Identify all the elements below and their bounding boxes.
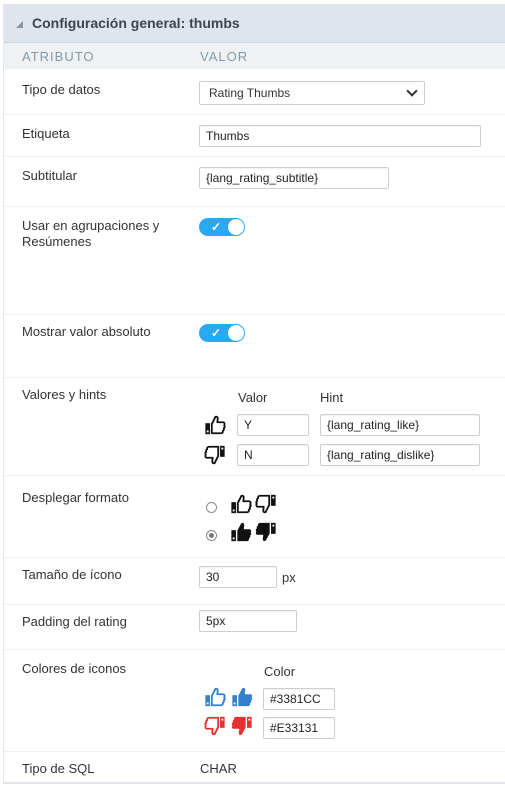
- check-icon: ✓: [211, 220, 222, 234]
- subtitle-input[interactable]: {lang_rating_subtitle}: [199, 167, 389, 189]
- general-config-panel: Configuración general: thumbs ATRIBUTO V…: [3, 4, 505, 784]
- display-format-label: Desplegar formato: [22, 490, 129, 505]
- panel-title: Configuración general: thumbs: [32, 15, 240, 31]
- column-header-value: VALOR: [200, 48, 249, 64]
- use-in-groups-label: Usar en agrupaciones y Resúmenes: [22, 218, 160, 249]
- row-subtitle: Subtitular {lang_rating_subtitle}: [4, 156, 505, 207]
- thumbs-down-solid-icon: [231, 715, 253, 737]
- sql-type-label: Tipo de SQL: [22, 761, 95, 776]
- subtitle-label: Subtitular: [22, 168, 77, 183]
- data-type-select[interactable]: Rating Thumbs: [199, 81, 425, 105]
- row-values-hints: Valores y hints Valor Hint Y {lang_ratin…: [4, 377, 505, 476]
- like-color-input[interactable]: #3381CC: [263, 688, 335, 710]
- format-solid-radio[interactable]: [206, 530, 217, 541]
- panel-header[interactable]: Configuración general: thumbs: [4, 4, 505, 43]
- padding-input[interactable]: 5px: [199, 610, 297, 632]
- thumbs-down-outline-icon: [204, 715, 226, 737]
- color-column-header: Color: [264, 664, 296, 679]
- row-sql-type: Tipo de SQL CHAR: [4, 751, 505, 782]
- thumbs-down-outline-icon: [204, 444, 226, 466]
- column-header-attribute: ATRIBUTO: [22, 48, 95, 64]
- value-column-header: Valor: [238, 390, 268, 405]
- thumbs-up-outline-icon: [204, 414, 226, 436]
- use-in-groups-toggle[interactable]: ✓: [199, 218, 245, 236]
- toggle-knob: [228, 325, 244, 341]
- thumbs-up-solid-icon: [230, 521, 252, 543]
- thumbs-down-solid-icon: [255, 521, 277, 543]
- icon-size-label: Tamaño de ícono: [22, 567, 122, 582]
- data-type-label: Tipo de datos: [22, 82, 101, 97]
- row-icon-size: Tamaño de ícono 30 px: [4, 557, 505, 605]
- padding-label: Padding del rating: [22, 614, 127, 629]
- format-outline-radio[interactable]: [206, 502, 217, 513]
- row-use-in-groups: Usar en agrupaciones y Resúmenes ✓: [4, 206, 505, 315]
- row-icon-colors: Colores de iconos Color #3381CC #E33131: [4, 649, 505, 752]
- chevron-down-icon: [406, 85, 418, 97]
- sql-type-value: CHAR: [200, 761, 237, 776]
- dislike-color-input[interactable]: #E33131: [263, 717, 335, 739]
- label-input[interactable]: Thumbs: [199, 125, 481, 147]
- thumbs-up-outline-icon: [230, 493, 252, 515]
- like-hint-input[interactable]: {lang_rating_like}: [320, 414, 480, 436]
- thumbs-up-solid-icon: [231, 686, 253, 708]
- icon-size-input[interactable]: 30: [199, 566, 277, 588]
- values-hints-label: Valores y hints: [22, 387, 107, 402]
- icon-size-unit: px: [282, 570, 296, 585]
- row-data-type: Tipo de datos Rating Thumbs: [4, 70, 505, 115]
- show-absolute-label: Mostrar valor absoluto: [22, 324, 151, 339]
- like-value-input[interactable]: Y: [237, 414, 309, 436]
- label-field-label: Etiqueta: [22, 126, 70, 141]
- triangle-collapse-icon[interactable]: [16, 20, 23, 28]
- row-show-absolute: Mostrar valor absoluto ✓: [4, 314, 505, 378]
- toggle-knob: [228, 219, 244, 235]
- hint-column-header: Hint: [320, 390, 344, 405]
- show-absolute-toggle[interactable]: ✓: [199, 324, 245, 342]
- row-display-format: Desplegar formato: [4, 475, 505, 558]
- column-headers: ATRIBUTO VALOR: [4, 43, 505, 69]
- thumbs-up-outline-icon: [204, 686, 226, 708]
- row-label: Etiqueta Thumbs: [4, 114, 505, 157]
- check-icon: ✓: [211, 326, 222, 340]
- icon-colors-label: Colores de iconos: [22, 661, 127, 676]
- row-padding: Padding del rating 5px: [4, 604, 505, 650]
- thumbs-down-outline-icon: [255, 493, 277, 515]
- data-type-value: Rating Thumbs: [209, 86, 291, 100]
- dislike-value-input[interactable]: N: [237, 444, 309, 466]
- dislike-hint-input[interactable]: {lang_rating_dislike}: [320, 444, 480, 466]
